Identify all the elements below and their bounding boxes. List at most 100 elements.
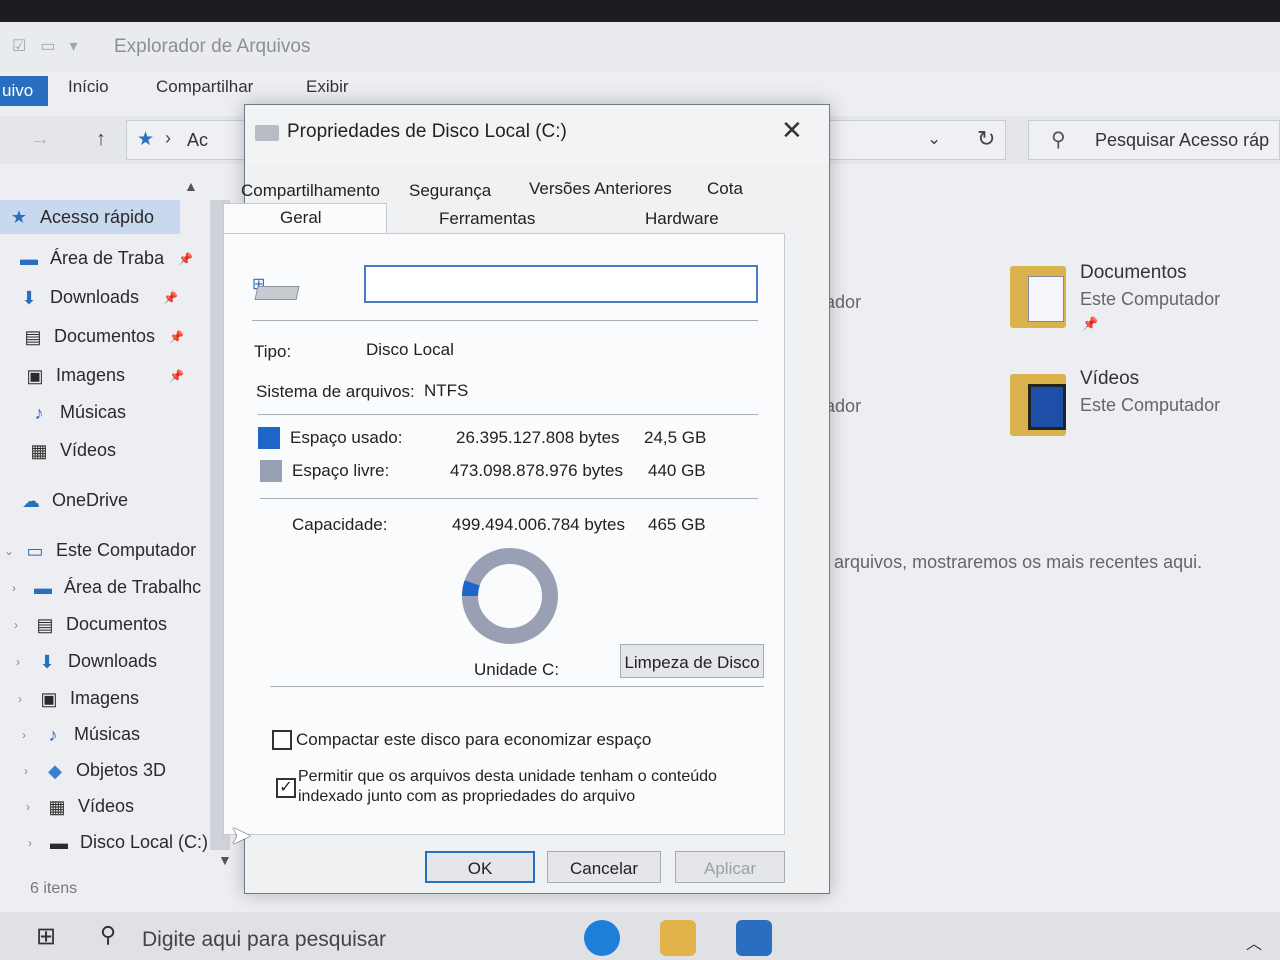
sidebar-item-label: Imagens xyxy=(56,365,126,385)
expand-chevron-icon[interactable]: › xyxy=(12,581,22,595)
sidebar-item-documents[interactable]: ▤ Documentos 📌 xyxy=(22,326,184,347)
search-icon[interactable]: ⚲ xyxy=(100,922,116,948)
address-dropdown-icon[interactable]: ⌄ xyxy=(927,129,941,149)
sidebar-item-pc-downloads[interactable]: › ⬇ Downloads xyxy=(16,651,157,672)
expand-chevron-icon[interactable]: › xyxy=(14,618,24,632)
search-input[interactable]: ⚲ Pesquisar Acesso ráp xyxy=(1028,120,1280,160)
scroll-down-icon[interactable]: ▼ xyxy=(218,852,232,868)
sidebar-item-pc-3d-objects[interactable]: › ◆ Objetos 3D xyxy=(24,760,166,781)
used-space-bytes: 26.395.127.808 bytes xyxy=(456,428,620,447)
sidebar-item-pc-videos[interactable]: › ▦ Vídeos xyxy=(26,796,134,817)
filesystem-value: NTFS xyxy=(424,381,469,400)
tab-previous-versions[interactable]: Versões Anteriores xyxy=(529,179,672,199)
customize-toolbar-icon[interactable]: ▾ xyxy=(69,36,77,56)
tab-sharing[interactable]: Compartilhamento xyxy=(241,181,380,201)
mail-icon[interactable] xyxy=(736,920,772,956)
sidebar-item-downloads[interactable]: ⬇ Downloads 📌 xyxy=(18,287,178,308)
used-space-gb: 24,5 GB xyxy=(644,428,707,447)
window-title: Explorador de Arquivos xyxy=(114,36,311,57)
documents-folder-icon[interactable] xyxy=(1010,266,1066,328)
compress-disk-label[interactable]: Compactar este disco para economizar esp… xyxy=(296,730,651,750)
drive-name-input[interactable] xyxy=(364,265,758,303)
sidebar-item-music[interactable]: ♪ Músicas xyxy=(28,402,127,423)
folder-title[interactable]: Documentos xyxy=(1080,262,1187,284)
sidebar-item-videos[interactable]: ▦ Vídeos xyxy=(28,440,116,461)
scroll-up-icon[interactable]: ▲ xyxy=(184,178,198,194)
expand-chevron-icon[interactable]: › xyxy=(26,800,36,814)
index-content-checkbox[interactable]: ✓ xyxy=(276,778,296,798)
new-folder-icon[interactable]: ▭ xyxy=(40,36,55,56)
capacity-label: Capacidade: xyxy=(292,515,388,534)
pin-icon: 📌 xyxy=(163,290,179,305)
expand-chevron-icon[interactable]: › xyxy=(16,655,26,669)
expand-chevron-icon[interactable]: › xyxy=(24,764,34,778)
refresh-icon[interactable]: ↻ xyxy=(977,126,995,152)
compress-disk-checkbox[interactable] xyxy=(272,730,292,750)
sidebar-item-desktop[interactable]: ▬ Área de Traba 📌 xyxy=(18,248,193,269)
recent-files-message: guns arquivos, mostraremos os mais recen… xyxy=(790,552,1203,572)
up-arrow-icon[interactable]: ↑ xyxy=(96,128,106,151)
cancel-button[interactable]: Cancelar xyxy=(547,851,661,883)
pin-icon: 📌 xyxy=(169,329,185,344)
music-note-icon: ♪ xyxy=(48,724,58,745)
properties-icon[interactable]: ☑ xyxy=(12,36,26,56)
taskbar: ⊞ ⚲ Digite aqui para pesquisar ︿ xyxy=(0,912,1280,960)
taskbar-search-input[interactable]: Digite aqui para pesquisar xyxy=(142,928,386,952)
sidebar-item-pc-pictures[interactable]: › ▣ Imagens xyxy=(18,688,139,709)
sidebar-item-onedrive[interactable]: ☁ OneDrive xyxy=(20,490,128,511)
tab-tools[interactable]: Ferramentas xyxy=(439,209,535,229)
tab-quota[interactable]: Cota xyxy=(707,179,743,199)
tab-hardware[interactable]: Hardware xyxy=(645,209,719,229)
windows-start-icon[interactable]: ⊞ xyxy=(36,922,56,951)
film-icon: ▦ xyxy=(48,796,66,817)
videos-folder-icon[interactable] xyxy=(1010,374,1066,436)
desktop-icon: ▬ xyxy=(34,577,52,598)
sidebar-item-pictures[interactable]: ▣ Imagens 📌 xyxy=(24,365,184,386)
breadcrumb[interactable]: Ac xyxy=(187,130,208,151)
document-sheet-icon xyxy=(1028,276,1064,322)
sidebar-item-pc-local-disk[interactable]: › ▬ Disco Local (C:) xyxy=(28,832,208,853)
tab-label: Geral xyxy=(280,208,322,227)
file-explorer-icon[interactable] xyxy=(660,920,696,956)
dialog-title: Propriedades de Disco Local (C:) xyxy=(287,121,567,142)
tab-general[interactable]: Geral xyxy=(223,203,387,237)
breadcrumb-chevron-icon[interactable]: › xyxy=(165,128,171,149)
sidebar-item-label: Documentos xyxy=(66,614,168,634)
used-space-swatch xyxy=(258,427,280,449)
sidebar-item-label: Documentos xyxy=(54,326,156,346)
ribbon-tab-share[interactable]: Compartilhar xyxy=(156,77,253,97)
folder-title[interactable]: Vídeos xyxy=(1080,368,1139,390)
sidebar-item-pc-music[interactable]: › ♪ Músicas xyxy=(22,724,140,745)
chevron-up-icon[interactable]: ︿ xyxy=(1246,930,1262,954)
expand-chevron-icon[interactable]: ⌄ xyxy=(4,544,14,558)
edge-browser-icon[interactable] xyxy=(584,920,620,956)
index-content-label-line1[interactable]: Permitir que os arquivos desta unidade t… xyxy=(298,768,717,786)
sidebar-item-this-pc[interactable]: ⌄ ▭ Este Computador xyxy=(4,540,196,561)
free-space-ring xyxy=(462,548,558,644)
apply-button[interactable]: Aplicar xyxy=(675,851,785,883)
expand-chevron-icon[interactable]: › xyxy=(22,728,32,742)
sidebar-item-label: Downloads xyxy=(50,287,140,307)
expand-chevron-icon[interactable]: › xyxy=(28,836,38,850)
index-content-label-line2[interactable]: indexado junto com as propriedades do ar… xyxy=(298,788,635,806)
capacity-bytes: 499.494.006.784 bytes xyxy=(452,515,625,534)
ribbon-tab-view[interactable]: Exibir xyxy=(306,77,349,97)
tab-security[interactable]: Segurança xyxy=(409,181,491,201)
ok-button[interactable]: OK xyxy=(425,851,535,883)
forward-arrow-icon[interactable]: → xyxy=(30,128,50,151)
sidebar-item-label: Objetos 3D xyxy=(76,760,167,780)
document-icon: ▤ xyxy=(36,614,54,635)
mouse-cursor-icon: ➤ xyxy=(230,820,252,850)
screen-top-edge xyxy=(0,0,1280,22)
close-icon[interactable]: ✕ xyxy=(781,115,803,146)
pin-icon: 📌 xyxy=(178,251,194,266)
ribbon-tab-home[interactable]: Início xyxy=(68,77,109,97)
ribbon-tab-file[interactable]: uivo xyxy=(0,76,48,106)
sidebar-item-quick-access[interactable]: ★ Acesso rápido xyxy=(0,200,180,234)
disk-cleanup-button[interactable]: Limpeza de Disco xyxy=(620,644,764,678)
ribbon-tabs: uivo Início Compartilhar Exibir xyxy=(0,72,1280,106)
sidebar-item-label: OneDrive xyxy=(52,490,129,510)
sidebar-item-pc-desktop[interactable]: › ▬ Área de Trabalhc xyxy=(12,577,201,598)
expand-chevron-icon[interactable]: › xyxy=(18,692,28,706)
sidebar-item-pc-documents[interactable]: › ▤ Documentos xyxy=(14,614,167,635)
